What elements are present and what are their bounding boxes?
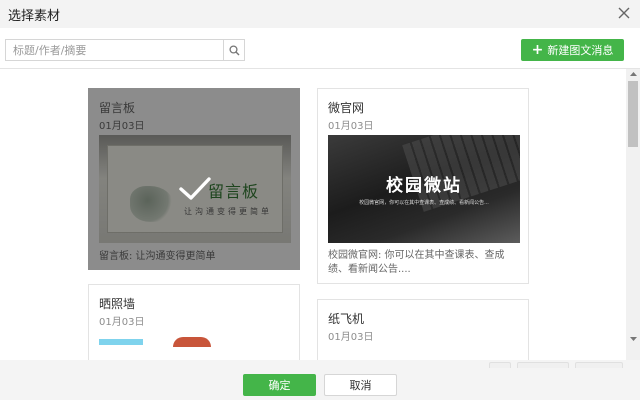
card-description: 留言板: 让沟通变得更简单 [99, 251, 216, 262]
scroll-down-icon[interactable] [626, 334, 640, 344]
thumbnail-peek [99, 339, 143, 345]
scrollbar-thumb[interactable] [628, 81, 638, 147]
thumbnail-title: 校园微站 [386, 176, 462, 196]
search-icon[interactable] [223, 40, 244, 60]
card-title: 留言板 [99, 101, 136, 115]
material-card-message-board[interactable]: 留言板 01月03日 留言板 让沟通变得更简单 留言板: 让沟通变得更简单 [88, 88, 300, 270]
pager-button[interactable] [575, 362, 623, 368]
checkmark-icon [179, 177, 211, 200]
new-article-button[interactable]: + 新建图文消息 [521, 39, 624, 61]
card-title: 纸飞机 [328, 312, 365, 326]
material-grid: 留言板 01月03日 留言板 让沟通变得更简单 留言板: 让沟通变得更简单 微官… [0, 69, 626, 360]
confirm-button[interactable]: 确定 [243, 374, 316, 396]
thumbnail-peek [173, 337, 211, 347]
card-title: 晒照墙 [99, 297, 136, 311]
material-card-paper-plane[interactable]: 纸飞机 01月03日 [317, 299, 529, 360]
vertical-scrollbar[interactable] [626, 69, 640, 360]
plus-icon: + [531, 42, 544, 58]
pager-button[interactable] [517, 362, 569, 368]
material-card-photo-wall[interactable]: 晒照墙 01月03日 [88, 284, 300, 360]
card-date: 01月03日 [328, 332, 374, 343]
thumbnail-subtitle: 校园微官网，你可以在其中查课表、查成绩、看新闻公告... [359, 200, 489, 206]
dialog-titlebar: 选择素材 [0, 0, 640, 28]
card-date: 01月03日 [99, 317, 145, 328]
selected-overlay [99, 135, 291, 243]
pager-button[interactable] [489, 362, 511, 368]
search-box [5, 39, 245, 61]
new-article-label: 新建图文消息 [547, 44, 614, 57]
search-input[interactable] [6, 40, 224, 60]
card-date: 01月03日 [99, 121, 145, 132]
scroll-up-icon[interactable] [626, 69, 640, 79]
card-thumbnail: 留言板 让沟通变得更简单 [99, 135, 291, 243]
close-icon[interactable] [614, 3, 634, 23]
cancel-button[interactable]: 取消 [324, 374, 397, 396]
card-title: 微官网 [328, 101, 365, 115]
material-card-micro-site[interactable]: 微官网 01月03日 校园微站 校园微官网，你可以在其中查课表、查成绩、看新闻公… [317, 88, 529, 284]
card-description: 校园微官网: 你可以在其中查课表、查成绩、看新闻公告.... [328, 250, 505, 275]
dialog-title: 选择素材 [8, 9, 61, 24]
card-thumbnail: 校园微站 校园微官网，你可以在其中查课表、查成绩、看新闻公告... [328, 135, 520, 243]
card-date: 01月03日 [328, 121, 374, 132]
